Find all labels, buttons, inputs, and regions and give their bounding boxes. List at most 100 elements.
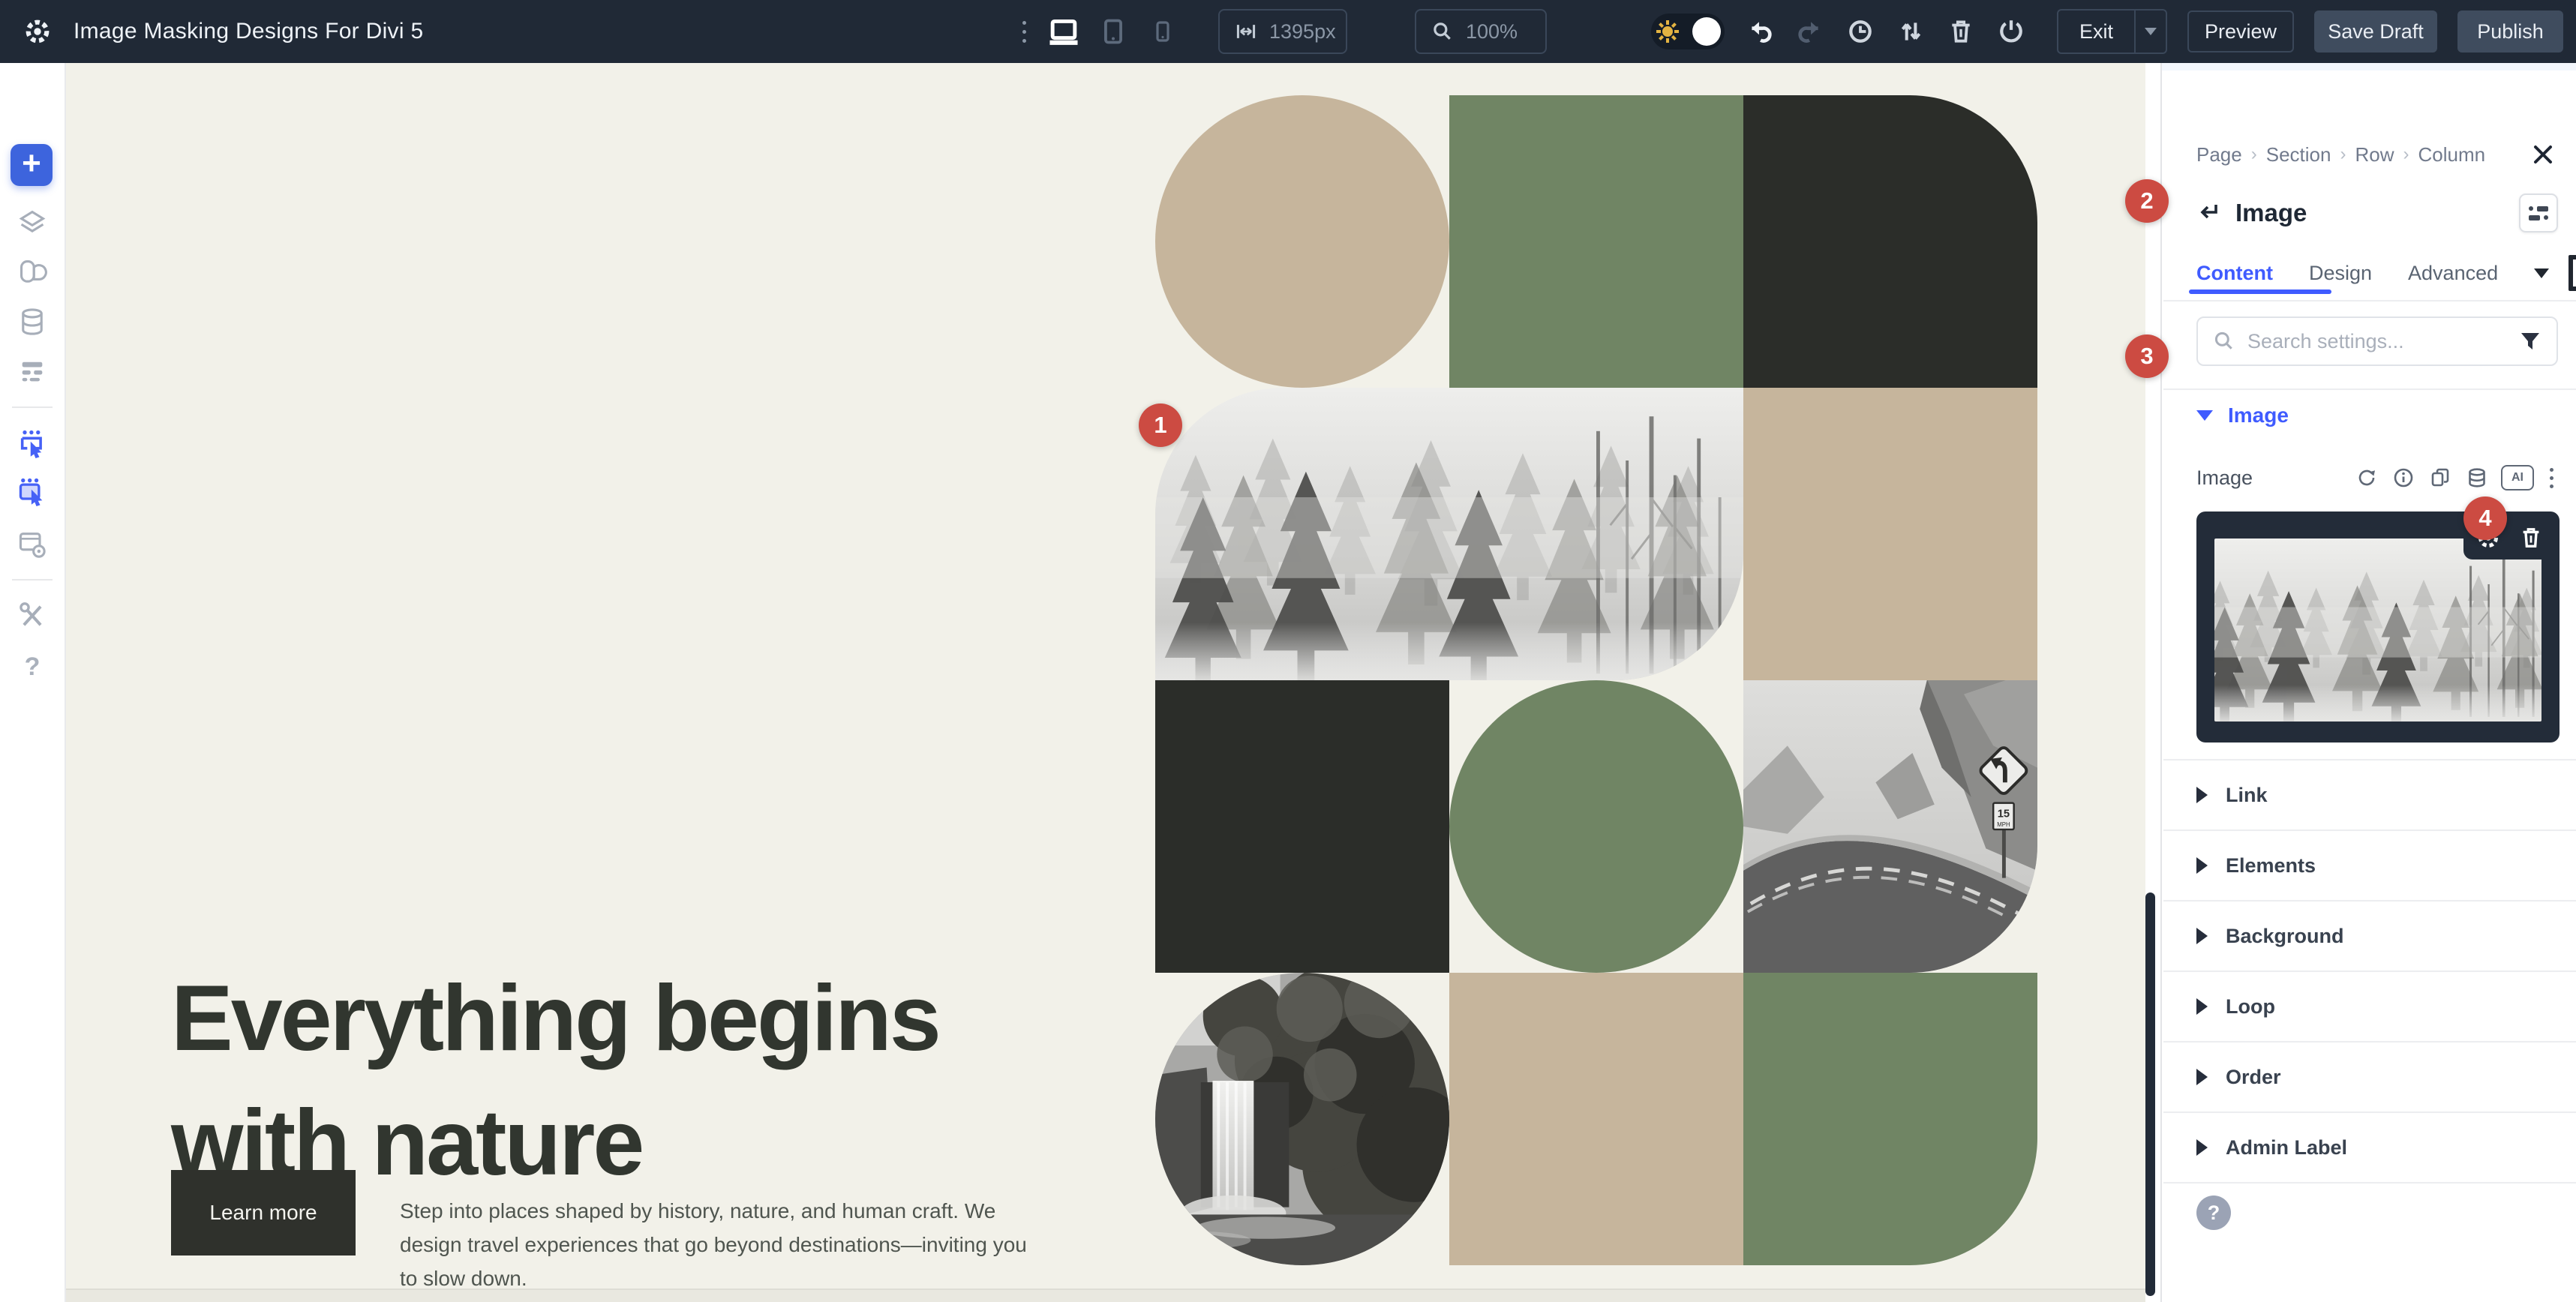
layers-icon[interactable]	[17, 207, 48, 238]
breadcrumb-column[interactable]: Column	[2418, 143, 2485, 166]
publish-button[interactable]: Publish	[2457, 10, 2563, 52]
accordion-order[interactable]: Order	[2162, 1042, 2576, 1112]
hero-paragraph[interactable]: Step into places shaped by history, natu…	[400, 1194, 1046, 1295]
accordion-link[interactable]: Link	[2162, 760, 2576, 830]
search-input[interactable]	[2246, 329, 2519, 354]
copy-icon[interactable]	[2427, 465, 2453, 490]
phone-view-button[interactable]	[1148, 16, 1178, 46]
filter-funnel-icon[interactable]	[2519, 330, 2541, 352]
history-clock-icon[interactable]	[1845, 16, 1875, 46]
image-section-toggle[interactable]: Image	[2196, 404, 2289, 428]
tools-icon[interactable]	[17, 600, 48, 632]
design-assets-icon[interactable]	[17, 256, 48, 288]
help-button[interactable]: ?	[2196, 1196, 2231, 1230]
canvas-scrollbar[interactable]	[2145, 892, 2155, 1296]
help-icon[interactable]: ?	[17, 651, 48, 682]
chevron-right-icon	[2196, 1139, 2208, 1156]
collage-road-image[interactable]	[1743, 680, 2037, 973]
image-delete-trash-icon[interactable]	[2519, 526, 2543, 550]
fields-list-icon[interactable]	[17, 356, 48, 387]
view-options-kebab-icon[interactable]	[1019, 21, 1029, 43]
toggle-knob	[1692, 17, 1721, 46]
accordion-background[interactable]: Background	[2162, 902, 2576, 970]
settings-search-box[interactable]	[2196, 316, 2558, 366]
dock-icon	[2529, 206, 2548, 220]
chevron-right-icon	[2196, 857, 2208, 874]
desktop-view-button[interactable]	[1049, 16, 1079, 46]
chevron-right-icon	[2196, 928, 2208, 944]
reset-icon[interactable]	[2354, 465, 2379, 490]
image-section-title: Image	[2228, 404, 2289, 428]
click-mode-icon[interactable]	[17, 428, 48, 459]
panel-dock-button[interactable]	[2519, 194, 2558, 232]
tablet-view-button[interactable]	[1098, 16, 1128, 46]
collage-beige-rect-mid[interactable]	[1743, 388, 2037, 680]
chevron-right-icon	[2196, 998, 2208, 1015]
breadcrumb: Page› Section› Row› Column	[2196, 140, 2558, 170]
image-upload-card[interactable]	[2196, 512, 2559, 742]
theme-toggle[interactable]	[1651, 14, 1725, 50]
hover-mode-icon[interactable]	[17, 476, 48, 507]
accordion-elements[interactable]: Elements	[2162, 831, 2576, 900]
field-options-kebab-icon[interactable]	[2545, 468, 2558, 488]
chevron-right-icon	[2196, 787, 2208, 803]
exit-button[interactable]: Exit	[2057, 9, 2167, 54]
collage-waterfall-image[interactable]	[1155, 973, 1449, 1265]
exit-dropdown-caret[interactable]	[2134, 10, 2166, 52]
tabs-dropdown-caret-icon[interactable]	[2534, 268, 2549, 278]
close-panel-button[interactable]	[2528, 140, 2558, 170]
collage-forest-image[interactable]	[1155, 388, 1743, 680]
breadcrumb-page[interactable]: Page	[2196, 143, 2242, 166]
hero-heading[interactable]: Everything beginswith nature	[171, 956, 1191, 1205]
collage-dark-rounded-top[interactable]	[1743, 95, 2037, 388]
back-arrow-icon[interactable]	[2196, 200, 2222, 226]
collage-dark-rect[interactable]	[1155, 680, 1449, 973]
info-icon[interactable]	[2391, 465, 2416, 490]
page-settings-icon[interactable]	[17, 528, 48, 560]
tab-content[interactable]: Content	[2196, 262, 2273, 285]
preview-button[interactable]: Preview	[2187, 10, 2294, 52]
viewport-width-input[interactable]: 1395px	[1218, 9, 1347, 54]
builder-left-rail: + ?	[0, 63, 66, 1302]
collage-green-circle[interactable]	[1449, 680, 1743, 973]
tab-advanced[interactable]: Advanced	[2408, 262, 2498, 285]
accordion-admin-label[interactable]: Admin Label	[2162, 1113, 2576, 1182]
module-preview-box-icon[interactable]	[2568, 255, 2576, 291]
page-canvas: Everything beginswith nature Learn more …	[66, 63, 2145, 1302]
search-icon	[2213, 330, 2235, 352]
active-tab-underline	[2189, 290, 2331, 294]
collage-beige-circle[interactable]	[1155, 95, 1449, 388]
builder-settings-gear-icon[interactable]	[23, 16, 53, 46]
module-title: Image	[2235, 199, 2307, 227]
chevron-right-icon	[2196, 1069, 2208, 1085]
panel-top-edge	[2162, 63, 2576, 70]
learn-more-button[interactable]: Learn more	[171, 1170, 356, 1256]
power-icon[interactable]	[1996, 16, 2026, 46]
sort-arrows-icon[interactable]	[1896, 16, 1926, 46]
hero-heading-line1: Everything begins	[171, 967, 939, 1070]
breadcrumb-section[interactable]: Section	[2266, 143, 2331, 166]
database-icon[interactable]	[17, 306, 48, 338]
annotation-badge-3: 3	[2125, 334, 2169, 378]
trash-icon[interactable]	[1946, 16, 1976, 46]
redo-icon[interactable]	[1795, 16, 1825, 46]
add-module-button[interactable]: +	[11, 144, 53, 186]
sun-gear-icon	[1655, 19, 1680, 44]
undo-icon[interactable]	[1745, 16, 1775, 46]
image-field-label: Image	[2196, 466, 2253, 490]
ai-button[interactable]: AI	[2501, 465, 2534, 490]
zoom-level-input[interactable]: 100%	[1415, 9, 1547, 54]
collage-green-rect-top[interactable]	[1449, 95, 1743, 388]
collage-beige-rect-bottom[interactable]	[1449, 973, 1743, 1265]
collage-green-rounded-bottom[interactable]	[1743, 973, 2037, 1265]
save-draft-button[interactable]: Save Draft	[2314, 10, 2437, 52]
module-settings-panel: Page› Section› Row› Column Image Content…	[2160, 63, 2576, 1302]
accordion-loop[interactable]: Loop	[2162, 972, 2576, 1041]
chevron-down-icon	[2196, 410, 2213, 421]
breadcrumb-separator: ›	[2340, 144, 2346, 165]
annotation-badge-4: 4	[2463, 496, 2507, 540]
breadcrumb-row[interactable]: Row	[2355, 143, 2394, 166]
tab-design[interactable]: Design	[2309, 262, 2372, 285]
image-thumbnail	[2214, 538, 2541, 722]
dynamic-content-database-icon[interactable]	[2464, 465, 2490, 490]
